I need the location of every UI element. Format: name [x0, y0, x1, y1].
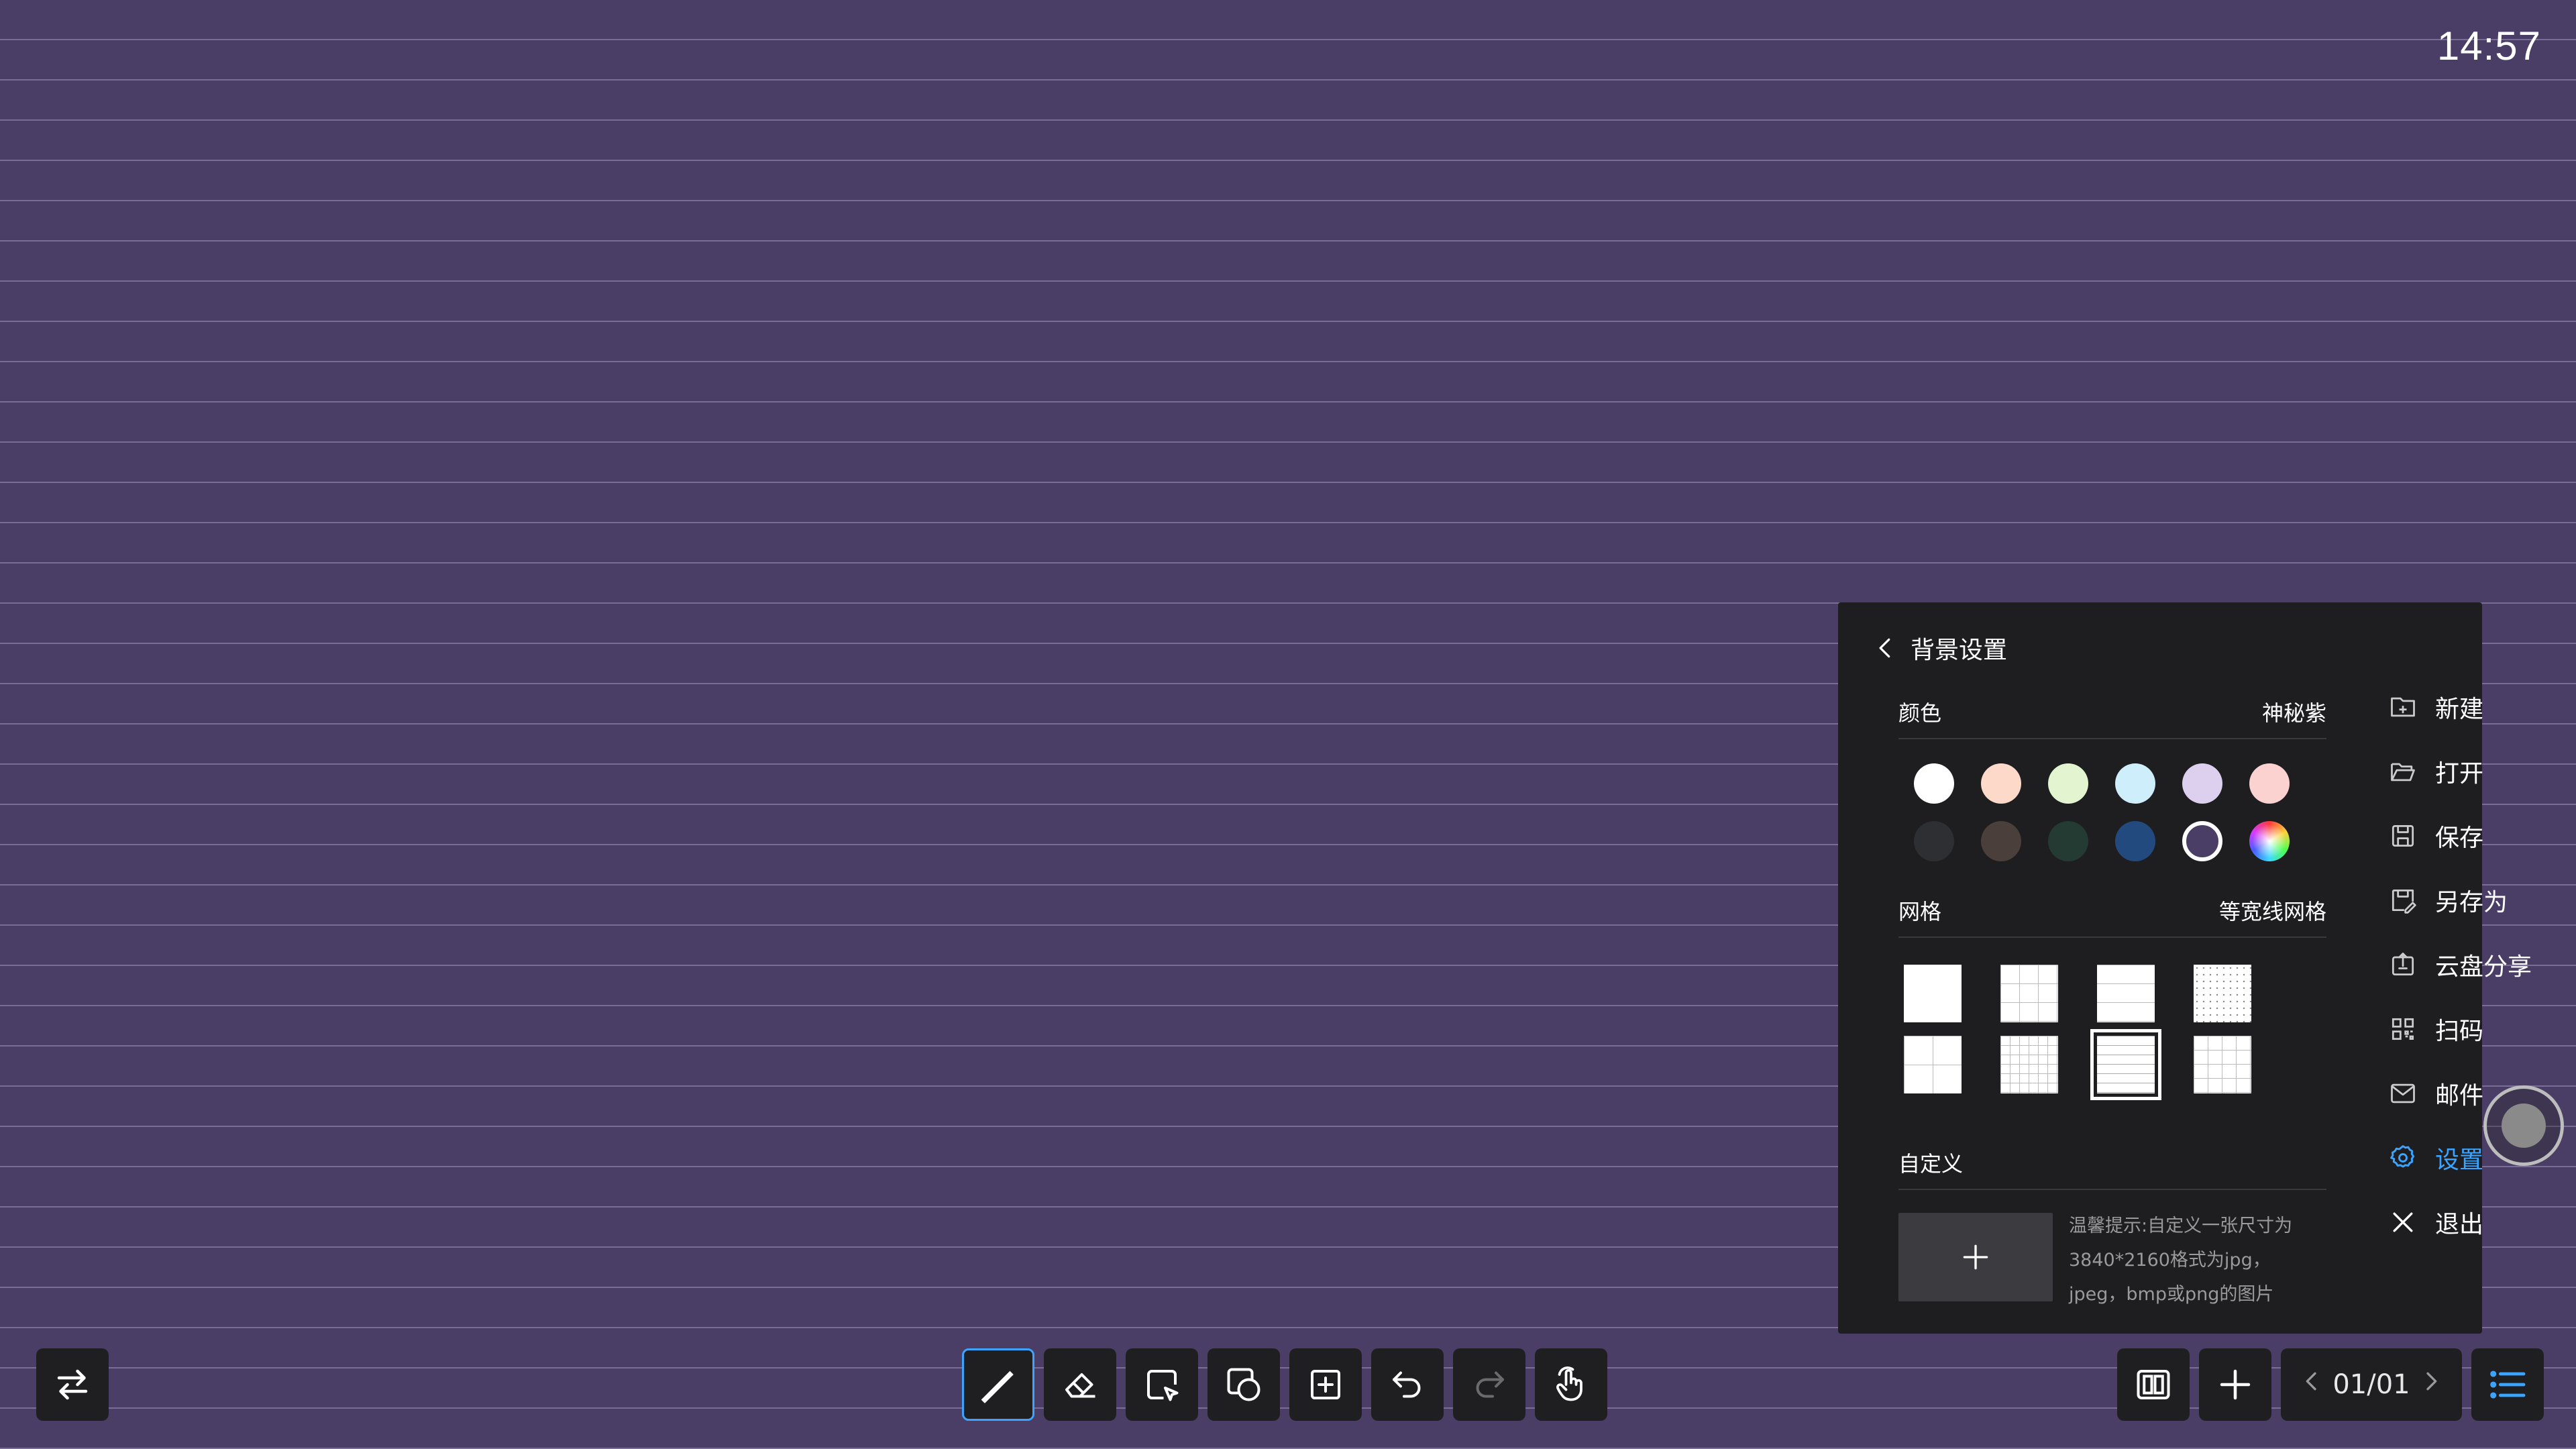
panel-header: 背景设置 — [1873, 631, 2007, 665]
plus-icon — [2220, 1369, 2251, 1400]
menu-item-settings[interactable]: 设置 — [2388, 1140, 2483, 1175]
cloud-share-icon — [2392, 953, 2414, 976]
panel-title: 背景设置 — [1911, 637, 2008, 664]
shape-icon — [1227, 1368, 1260, 1401]
touch-tool-button[interactable] — [1535, 1348, 1607, 1421]
color-swatch[interactable] — [2115, 763, 2155, 804]
color-swatch[interactable] — [2182, 821, 2222, 861]
page-controls: 01/01 — [2117, 1348, 2544, 1421]
grid-option[interactable] — [2097, 965, 2155, 1022]
menu-item-label: 打开 — [2435, 760, 2484, 788]
add-page-button[interactable] — [2199, 1348, 2271, 1421]
floating-ball-core — [2502, 1104, 2546, 1148]
menu-item-cloud-share[interactable]: 云盘分享 — [2388, 947, 2532, 982]
eraser-tool-button[interactable] — [1044, 1348, 1116, 1421]
grid-option[interactable] — [2194, 1036, 2251, 1093]
menu-item-label: 设置 — [2435, 1146, 2484, 1174]
shape-tool-button[interactable] — [1208, 1348, 1280, 1421]
new-file-icon — [2391, 697, 2415, 717]
pen-icon — [981, 1371, 1014, 1403]
page-navigator: 01/01 — [2281, 1348, 2462, 1421]
eraser-icon — [1065, 1373, 1095, 1398]
insert-icon — [1311, 1370, 1340, 1399]
redo-icon — [1476, 1371, 1504, 1398]
color-swatch[interactable] — [1914, 763, 1954, 804]
color-swatch[interactable] — [2115, 821, 2155, 861]
grid-option[interactable] — [2000, 1036, 2058, 1093]
back-chevron-icon[interactable] — [1873, 635, 1898, 661]
color-divider — [1898, 738, 2326, 739]
clock: 14:57 — [2436, 23, 2541, 68]
insert-tool-button[interactable] — [1289, 1348, 1362, 1421]
menu-item-mail[interactable]: 邮件 — [2388, 1076, 2483, 1111]
grid-option[interactable] — [2194, 965, 2251, 1022]
list-menu-icon — [2490, 1371, 2526, 1399]
menu-button[interactable] — [2471, 1348, 2544, 1421]
grid-section-label: 网格 — [1898, 899, 1942, 924]
chevron-right-icon — [2426, 1372, 2437, 1391]
menu-item-save[interactable]: 保存 — [2388, 818, 2483, 853]
select-icon — [1147, 1370, 1179, 1401]
floating-assist-ball[interactable] — [2483, 1085, 2564, 1166]
menu-item-exit[interactable]: 退出 — [2388, 1205, 2483, 1240]
mail-icon — [2391, 1083, 2415, 1104]
color-swatch[interactable] — [1914, 821, 1954, 861]
page-overview-icon — [2137, 1370, 2170, 1399]
menu-item-new[interactable]: 新建 — [2388, 690, 2483, 724]
menu-item-label: 云盘分享 — [2435, 953, 2532, 981]
menu-item-label: 新建 — [2435, 696, 2484, 723]
undo-tool-button[interactable] — [1371, 1348, 1444, 1421]
menu-item-label: 退出 — [2435, 1211, 2484, 1238]
menu-item-label: 另存为 — [2435, 889, 2508, 916]
gear-icon — [2390, 1145, 2415, 1168]
hand-icon — [1556, 1366, 1582, 1401]
grid-section-value: 等宽线网格 — [2218, 899, 2326, 924]
color-swatch[interactable] — [2249, 763, 2290, 804]
save-icon — [2392, 824, 2414, 847]
menu-item-scan[interactable]: 扫码 — [2388, 1012, 2483, 1046]
redo-tool-button[interactable] — [1453, 1348, 1525, 1421]
qr-code-icon — [2392, 1018, 2414, 1040]
color-section-label: 颜色 — [1898, 700, 1942, 726]
grid-divider — [1898, 936, 2326, 938]
swap-icon — [57, 1369, 88, 1400]
menu-item-open[interactable]: 打开 — [2388, 754, 2483, 789]
swap-toolbar-button[interactable] — [36, 1348, 109, 1421]
settings-panel: 背景设置 颜色 神秘紫 网格 等宽线网格 自定义 温馨提示:自定义一张尺寸为38… — [1838, 602, 2532, 1334]
color-swatch[interactable] — [2048, 763, 2088, 804]
menu-item-save-as[interactable]: 另存为 — [2388, 883, 2508, 918]
color-swatch[interactable] — [1981, 821, 2021, 861]
grid-option[interactable] — [2000, 965, 2058, 1022]
grid-option[interactable] — [2090, 1029, 2161, 1100]
undo-icon — [1393, 1371, 1421, 1398]
color-swatch[interactable] — [2048, 821, 2088, 861]
color-swatch[interactable] — [2249, 821, 2290, 861]
save-as-icon — [2392, 889, 2416, 914]
menu-item-label: 扫码 — [2435, 1018, 2484, 1045]
custom-divider — [1898, 1189, 2326, 1190]
custom-upload-button[interactable] — [1898, 1213, 2053, 1301]
prev-page-button[interactable] — [2298, 1368, 2325, 1401]
custom-section-label: 自定义 — [1898, 1151, 1964, 1177]
menu-item-label: 邮件 — [2435, 1082, 2484, 1110]
page-indicator: 01/01 — [2332, 1369, 2410, 1400]
grid-option[interactable] — [1904, 1036, 1962, 1093]
close-icon — [2393, 1212, 2413, 1232]
chevron-left-icon — [2306, 1372, 2316, 1391]
menu-item-label: 保存 — [2435, 824, 2484, 852]
color-swatch[interactable] — [1981, 763, 2021, 804]
grid-option[interactable] — [1904, 965, 1962, 1022]
bottom-toolbar — [962, 1348, 1607, 1421]
page-overview-button[interactable] — [2117, 1348, 2190, 1421]
plus-icon — [1963, 1244, 1988, 1270]
color-swatch[interactable] — [2182, 763, 2222, 804]
select-tool-button[interactable] — [1126, 1348, 1198, 1421]
color-section-value: 神秘紫 — [2261, 700, 2326, 726]
open-folder-icon — [2391, 763, 2415, 782]
custom-hint: 温馨提示:自定义一张尺寸为3840*2160格式为jpg，jpeg，bmp或pn… — [2069, 1216, 2293, 1305]
next-page-button[interactable] — [2418, 1368, 2445, 1401]
pen-tool-button[interactable] — [962, 1348, 1034, 1421]
